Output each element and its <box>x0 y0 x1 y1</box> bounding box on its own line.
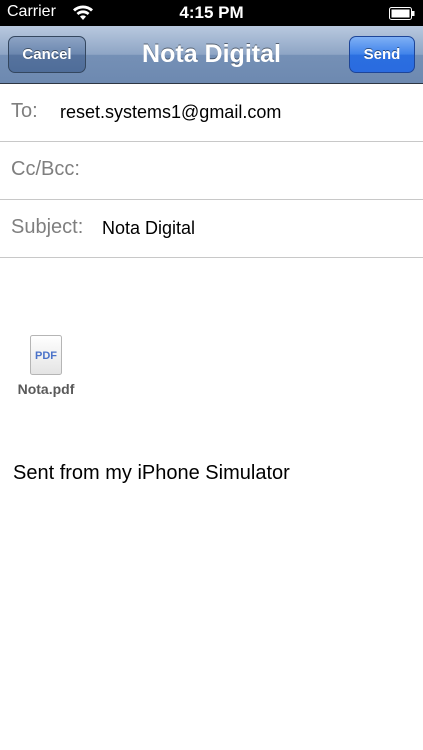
to-field-row[interactable]: To: reset.systems1@gmail.com <box>0 84 423 142</box>
pdf-icon-text: PDF <box>35 350 57 362</box>
subject-field-row[interactable]: Subject: Nota Digital <box>0 200 423 258</box>
to-label: To: <box>11 100 38 122</box>
pdf-file-icon: PDF <box>30 335 62 375</box>
attachment[interactable]: PDF Nota.pdf <box>12 335 80 403</box>
status-bar: Carrier 4:15 PM <box>0 0 423 26</box>
battery-icon <box>389 7 415 20</box>
subject-input[interactable]: Nota Digital <box>102 218 195 239</box>
cc-bcc-field-row[interactable]: Cc/Bcc: <box>0 142 423 200</box>
clock-label: 4:15 PM <box>179 3 244 22</box>
send-button[interactable]: Send <box>349 36 415 73</box>
mail-compose-screen: Carrier 4:15 PM Cancel Nota Digital Send… <box>0 0 423 750</box>
attachment-filename: Nota.pdf <box>17 381 75 397</box>
subject-label: Subject: <box>11 216 84 238</box>
to-recipient[interactable]: reset.systems1@gmail.com <box>60 102 281 123</box>
message-signature[interactable]: Sent from my iPhone Simulator <box>13 462 290 485</box>
cancel-button[interactable]: Cancel <box>8 36 86 73</box>
navigation-bar: Cancel Nota Digital Send <box>0 26 423 84</box>
page-title: Nota Digital <box>142 40 281 68</box>
cc-bcc-label: Cc/Bcc: <box>11 158 80 180</box>
